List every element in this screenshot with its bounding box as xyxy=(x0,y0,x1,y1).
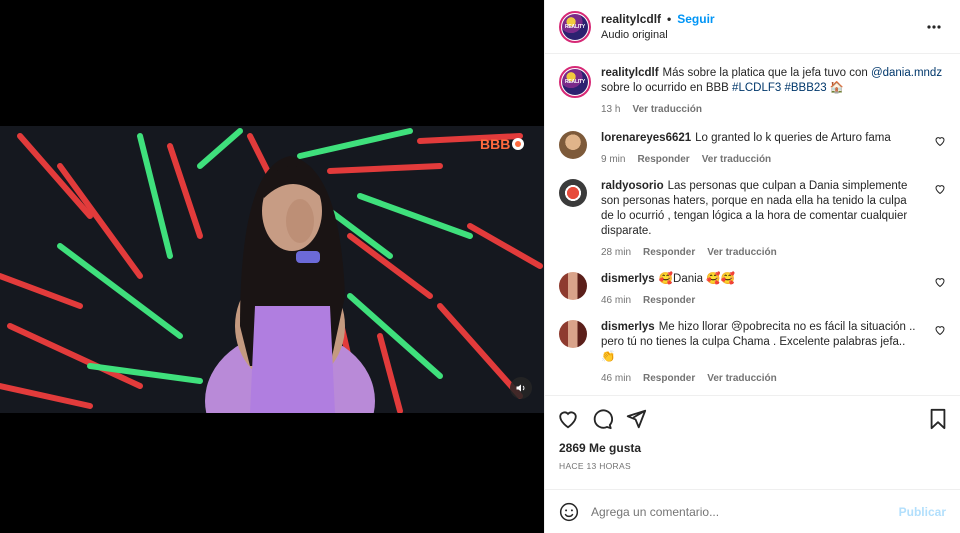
commenter-avatar[interactable] xyxy=(559,179,587,207)
svg-text:BBB: BBB xyxy=(480,136,510,152)
video-frame: BBB xyxy=(0,126,544,413)
caption-mention[interactable]: @dania.mndz xyxy=(871,67,942,79)
reply-button[interactable]: Responder xyxy=(637,154,689,165)
comment-text: Lo granted lo k queries de Arturo fama xyxy=(695,132,891,144)
house-emoji: 🏠 xyxy=(829,82,845,94)
follow-button[interactable]: Seguir xyxy=(677,12,714,26)
share-icon[interactable] xyxy=(625,408,647,430)
reply-button[interactable]: Responder xyxy=(643,295,695,306)
speaker-icon xyxy=(515,382,527,394)
add-comment-bar: Publicar xyxy=(545,489,960,533)
post-side-panel: REALITY realitylcdlf • Seguir Audio orig… xyxy=(544,0,960,533)
comment-like-icon[interactable] xyxy=(934,276,946,288)
comment-input[interactable] xyxy=(591,504,899,519)
comment-time[interactable]: 9 min xyxy=(601,154,625,165)
post-header: REALITY realitylcdlf • Seguir Audio orig… xyxy=(545,0,960,54)
heart-icon[interactable] xyxy=(557,408,579,430)
comment-time[interactable]: 28 min xyxy=(601,247,631,258)
media-area: BBB xyxy=(0,0,544,533)
comment-text: 🥰Dania 🥰🥰 xyxy=(658,273,735,285)
caption-text: Más sobre la platica que la jefa tuvo co… xyxy=(662,67,871,79)
likes-count[interactable]: 2869 Me gusta xyxy=(545,441,960,459)
translate-button[interactable]: Ver traducción xyxy=(707,373,776,384)
post-actions xyxy=(545,395,960,441)
caption-text-2: sobre lo ocurrido en BBB xyxy=(601,82,733,94)
instagram-post-modal: BBB REALITY realitylcdlf • Seguir Audio … xyxy=(0,0,960,533)
comment-item: raldyosorio Las personas que culpan a Dan… xyxy=(559,179,946,258)
reply-button[interactable]: Responder xyxy=(643,373,695,384)
reply-button[interactable]: Responder xyxy=(643,247,695,258)
caption-translate[interactable]: Ver traducción xyxy=(632,104,701,115)
comment-item: dismerlys 🥰Dania 🥰🥰 46 min Responder xyxy=(559,272,946,306)
caption-username[interactable]: realitylcdlf xyxy=(601,67,659,79)
comment-like-icon[interactable] xyxy=(934,183,946,195)
caption-time[interactable]: 13 h xyxy=(601,104,620,115)
more-options-button[interactable] xyxy=(922,15,946,39)
commenter-avatar[interactable] xyxy=(559,272,587,300)
translate-button[interactable]: Ver traducción xyxy=(702,154,771,165)
comment-item: lorenareyes6621 Lo granted lo k queries d… xyxy=(559,131,946,165)
hashtag-lcdlf3[interactable]: #LCDLF3 xyxy=(732,82,781,94)
comments-list[interactable]: REALITY realitylcdlf Más sobre la platica… xyxy=(545,54,960,395)
comment-time[interactable]: 46 min xyxy=(601,295,631,306)
translate-button[interactable]: Ver traducción xyxy=(707,247,776,258)
commenter-username[interactable]: raldyosorio xyxy=(601,180,664,192)
comment-like-icon[interactable] xyxy=(934,324,946,336)
commenter-avatar[interactable] xyxy=(559,131,587,159)
publish-button[interactable]: Publicar xyxy=(899,505,946,519)
separator-dot: • xyxy=(667,12,672,26)
more-options-icon xyxy=(927,24,941,29)
author-username[interactable]: realitylcdlf xyxy=(601,12,661,26)
comment-icon[interactable] xyxy=(591,408,613,430)
audio-label[interactable]: Audio original xyxy=(601,29,715,41)
comment-time[interactable]: 46 min xyxy=(601,373,631,384)
post-caption: REALITY realitylcdlf Más sobre la platica… xyxy=(559,66,946,115)
comment-item: dismerlys Me hizo llorar 😢pobrecita no es… xyxy=(559,320,946,384)
comment-like-icon[interactable] xyxy=(934,135,946,147)
bbb-logo: BBB xyxy=(480,136,524,152)
emoji-icon[interactable] xyxy=(559,502,579,522)
mute-button[interactable] xyxy=(510,377,532,399)
commenter-username[interactable]: dismerlys xyxy=(601,321,655,333)
commenter-username[interactable]: dismerlys xyxy=(601,273,655,285)
author-avatar[interactable]: REALITY xyxy=(559,10,591,43)
bookmark-icon[interactable] xyxy=(928,408,948,430)
hashtag-bbb23[interactable]: #BBB23 xyxy=(784,82,826,94)
caption-avatar[interactable]: REALITY xyxy=(559,66,591,98)
commenter-avatar[interactable] xyxy=(559,320,587,348)
video-player[interactable]: BBB xyxy=(0,126,544,413)
commenter-username[interactable]: lorenareyes6621 xyxy=(601,132,691,144)
post-timestamp[interactable]: HACE 13 HORAS xyxy=(545,461,960,483)
